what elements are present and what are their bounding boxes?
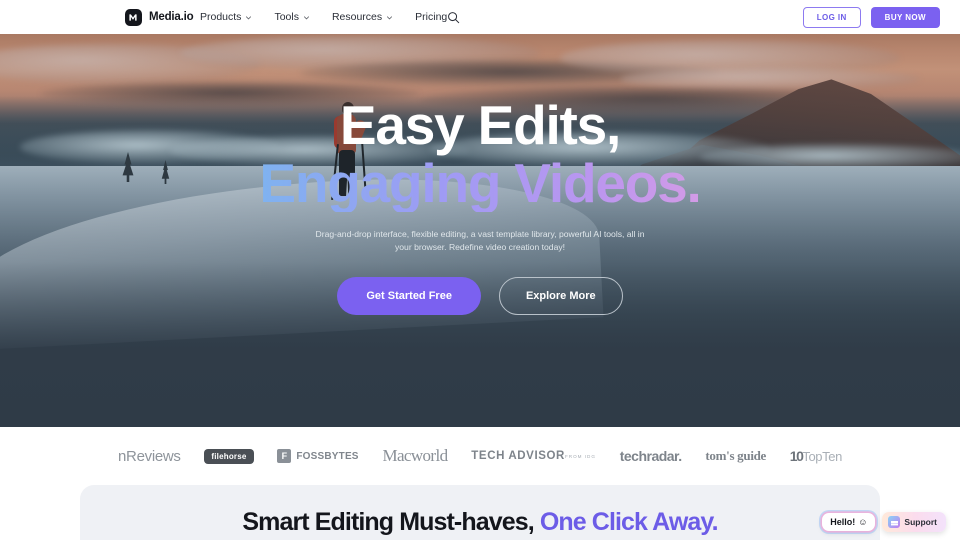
hero-content: Easy Edits, Engaging Videos. Drag-and-dr… xyxy=(0,34,960,315)
brand-logo[interactable]: Media.io xyxy=(125,8,194,26)
buy-now-button[interactable]: BUY NOW xyxy=(870,6,940,28)
nav-item-resources[interactable]: Resources xyxy=(332,11,393,23)
features-section-card: Smart Editing Must-haves, One Click Away… xyxy=(80,485,880,540)
smiley-icon: ☺ xyxy=(858,517,868,527)
nav-item-resources-label: Resources xyxy=(331,11,383,23)
press-logo-tomsguide: tom's guide xyxy=(705,448,767,463)
chevron-down-icon xyxy=(387,15,393,19)
press-logo-techadvisor: TECH ADVISOR FROM IDG xyxy=(471,450,596,462)
hero-headline-line2: Engaging Videos. xyxy=(0,154,960,212)
nav-item-products[interactable]: Products xyxy=(200,11,252,23)
chevron-down-icon xyxy=(303,15,309,19)
nav-item-tools[interactable]: Tools xyxy=(274,11,310,23)
search-icon xyxy=(447,11,459,23)
press-logo-macworld: Macworld xyxy=(382,446,448,465)
chevron-down-icon xyxy=(246,15,252,19)
floating-widgets: Hello! ☺ Support xyxy=(822,512,946,532)
top-navigation-bar: Media.io Products Tools Resources Pricin… xyxy=(0,0,960,34)
fossbytes-icon: F xyxy=(277,449,292,463)
press-logo-tenreviews: nReviews xyxy=(118,447,181,465)
search-button[interactable] xyxy=(445,9,461,25)
support-button[interactable]: Support xyxy=(882,512,946,532)
nav-item-pricing[interactable]: Pricing xyxy=(415,11,447,23)
explore-more-button[interactable]: Explore More xyxy=(498,277,623,315)
nav-links: Products Tools Resources Pricing xyxy=(200,11,447,23)
get-started-free-button[interactable]: Get Started Free xyxy=(337,277,481,315)
hero-section: Easy Edits, Engaging Videos. Drag-and-dr… xyxy=(0,34,960,427)
chat-bubble-icon xyxy=(888,516,901,528)
press-logo-filehorse: filehorse xyxy=(204,448,254,464)
features-title-accent: One Click Away. xyxy=(533,508,719,536)
hero-cta-group: Get Started Free Explore More xyxy=(0,277,960,315)
support-label: Support xyxy=(904,517,937,527)
login-button[interactable]: LOG IN xyxy=(802,6,861,28)
media-io-logo-mark xyxy=(125,8,142,26)
features-title-dark: Smart Editing Must-haves, xyxy=(242,508,534,536)
hero-headline: Easy Edits, Engaging Videos. xyxy=(0,96,960,212)
hello-chat-bubble[interactable]: Hello! ☺ xyxy=(822,513,876,531)
nav-item-tools-label: Tools xyxy=(274,11,299,23)
press-logo-topten: 10 TopTen xyxy=(789,448,843,464)
hero-headline-line1: Easy Edits, xyxy=(339,94,621,156)
hello-label: Hello! xyxy=(830,517,856,527)
press-logo-bar: nReviews filehorse F FOSSBYTES Macworld … xyxy=(0,427,960,485)
press-logo-fossbytes: F FOSSBYTES xyxy=(277,449,358,463)
nav-item-products-label: Products xyxy=(200,11,242,23)
hero-subtitle: Drag-and-drop interface, flexible editin… xyxy=(315,229,645,252)
brand-logo-text: Media.io xyxy=(149,11,194,23)
press-logo-techradar: techradar. xyxy=(619,448,682,464)
features-section-title: Smart Editing Must-haves, One Click Away… xyxy=(80,507,880,537)
page-root: Media.io Products Tools Resources Pricin… xyxy=(0,0,960,540)
nav-item-pricing-label: Pricing xyxy=(415,11,448,23)
nav-actions: LOG IN BUY NOW xyxy=(802,6,940,28)
